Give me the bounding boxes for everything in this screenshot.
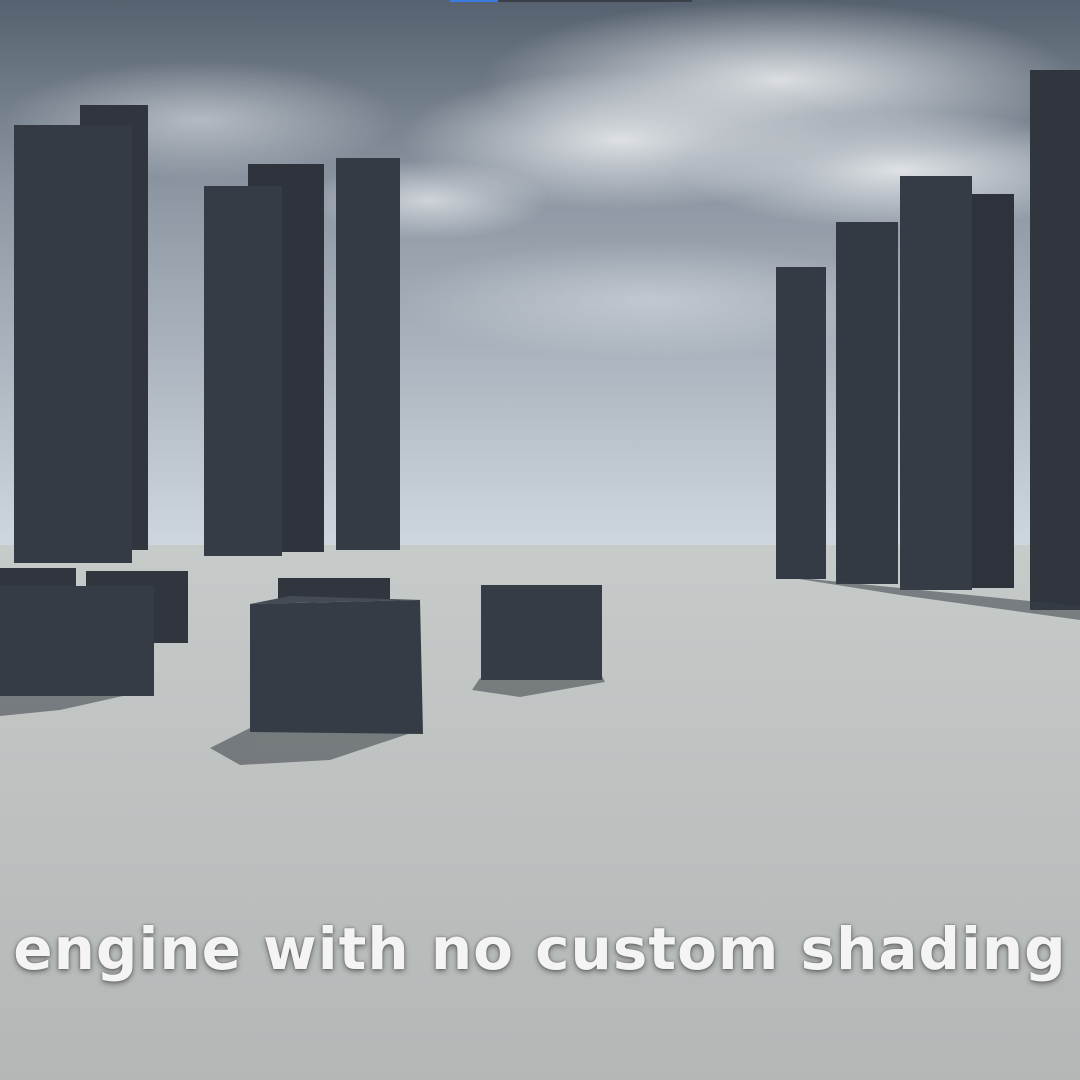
subtitle-caption: engine with no custom shading: [13, 915, 1067, 983]
cube: [0, 586, 154, 696]
cube: [250, 600, 423, 734]
tower: [968, 194, 1014, 588]
video-progress-fill: [450, 0, 499, 2]
tower: [14, 125, 132, 563]
tower: [776, 267, 826, 579]
game-viewport[interactable]: engine with no custom shading: [0, 0, 1080, 1080]
tower: [204, 186, 282, 556]
cube: [481, 585, 602, 680]
tower: [1030, 70, 1080, 610]
tower: [900, 176, 972, 590]
video-progress-bar[interactable]: [450, 0, 692, 2]
tower: [836, 222, 898, 584]
tower: [336, 158, 400, 550]
